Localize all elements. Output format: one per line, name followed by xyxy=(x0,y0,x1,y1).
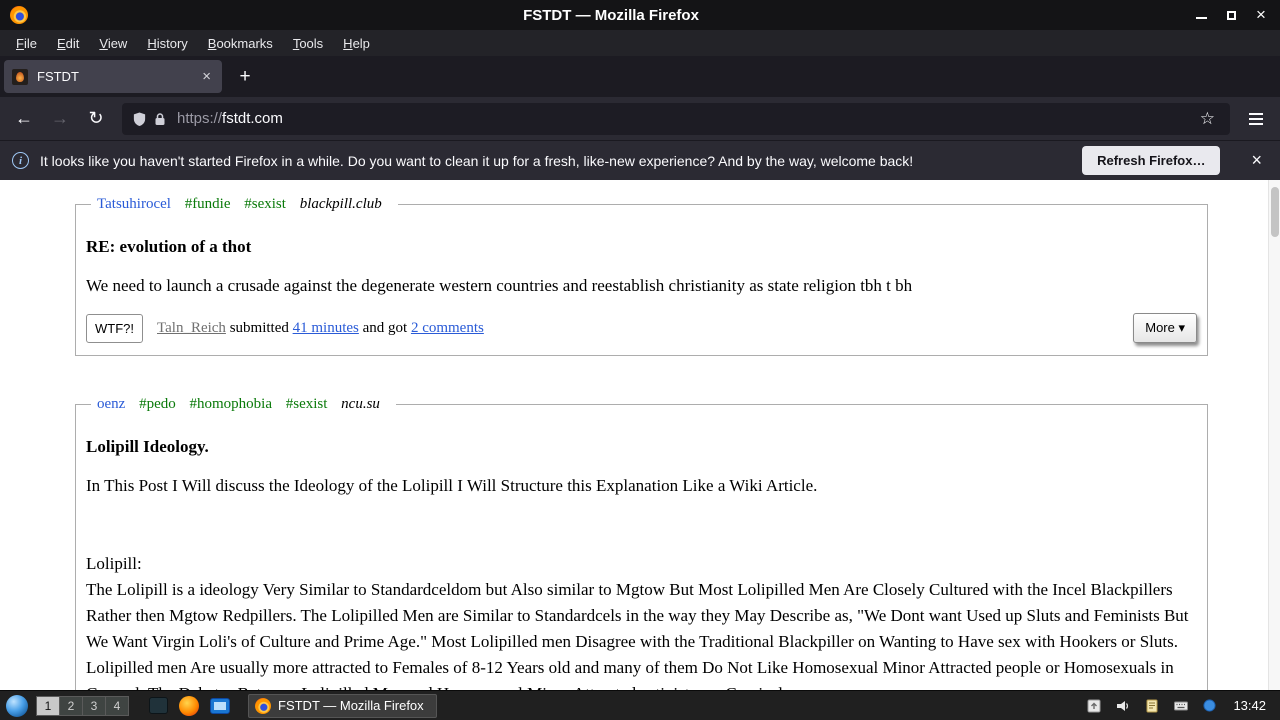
notification-message: It looks like you haven't started Firefo… xyxy=(40,152,914,169)
keyboard-layout-icon[interactable] xyxy=(1173,698,1189,714)
firefox-launcher-icon[interactable] xyxy=(179,695,199,716)
clipboard-notes-icon[interactable] xyxy=(1144,698,1160,714)
window-titlebar: FSTDT — Mozilla Firefox × xyxy=(0,0,1280,30)
post-1-title: RE: evolution of a thot xyxy=(86,237,252,256)
wtf-button[interactable]: WTF?! xyxy=(86,313,143,343)
menu-view[interactable]: View xyxy=(89,33,137,54)
url-scheme: https:// xyxy=(177,110,223,127)
notification-bar: i It looks like you haven't started Fire… xyxy=(0,140,1280,180)
new-tab-button[interactable]: + xyxy=(230,62,260,92)
workspace-2[interactable]: 2 xyxy=(59,695,83,716)
workspace-3[interactable]: 3 xyxy=(82,695,106,716)
post-2-body-line xyxy=(86,499,1197,525)
tab-title: FSTDT xyxy=(37,69,79,84)
clock[interactable]: 13:42 xyxy=(1233,698,1266,713)
post-2-legend: oenz #pedo #homophobia #sexist ncu.su xyxy=(91,396,396,413)
lock-icon[interactable] xyxy=(154,112,166,126)
menu-edit[interactable]: Edit xyxy=(47,33,89,54)
reload-button[interactable]: ↻ xyxy=(80,103,112,135)
minimize-icon xyxy=(1195,17,1207,19)
terminal-launcher-icon[interactable] xyxy=(149,697,168,714)
post-2-body-line: In This Post I Will discuss the Ideology… xyxy=(86,476,818,495)
desktop-screen: FSTDT — Mozilla Firefox × File Edit View… xyxy=(0,0,1280,720)
workspace-switcher: 1 2 3 4 xyxy=(36,695,129,716)
tracking-protection-shield-icon[interactable] xyxy=(132,111,147,127)
bookmark-star-icon[interactable]: ☆ xyxy=(1195,109,1220,129)
menu-bookmarks[interactable]: Bookmarks xyxy=(198,33,283,54)
post-2-body-line xyxy=(86,525,1197,551)
hamburger-bar xyxy=(1249,122,1263,125)
post-2-tag-homophobia[interactable]: #homophobia xyxy=(190,396,273,412)
and-got-text: and got xyxy=(362,319,408,336)
navigation-toolbar: ← → ↻ https://fstdt.com ☆ xyxy=(0,97,1280,140)
url-bar[interactable]: https://fstdt.com ☆ xyxy=(122,102,1230,135)
url-host: fstdt.com xyxy=(222,110,283,127)
restore-icon xyxy=(1226,10,1236,20)
taskbar-window-label: FSTDT — Mozilla Firefox xyxy=(278,698,424,713)
time-link[interactable]: 41 minutes xyxy=(293,320,359,336)
taskbar-window-button[interactable]: FSTDT — Mozilla Firefox xyxy=(248,693,437,718)
close-icon: × xyxy=(1256,5,1266,24)
post-2: oenz #pedo #homophobia #sexist ncu.su Lo… xyxy=(75,396,1208,690)
network-status-icon[interactable] xyxy=(1202,698,1217,713)
post-2-author-link[interactable]: oenz xyxy=(97,396,125,412)
firefox-logo-icon xyxy=(10,6,28,24)
back-button[interactable]: ← xyxy=(8,103,40,135)
close-window-button[interactable]: × xyxy=(1254,5,1268,24)
notification-close-icon[interactable]: × xyxy=(1245,150,1268,171)
post-1-tag-fundie[interactable]: #fundie xyxy=(185,196,231,212)
workspace-1[interactable]: 1 xyxy=(36,695,60,716)
post-1: Tatsuhirocel #fundie #sexist blackpill.c… xyxy=(75,196,1208,356)
scrollbar-thumb[interactable] xyxy=(1271,187,1279,237)
tray-updates-icon[interactable] xyxy=(1086,698,1102,714)
post-1-footer: WTF?! Taln_Reich submitted 41 minutes an… xyxy=(86,313,1197,343)
restore-button[interactable] xyxy=(1224,8,1238,22)
minimize-button[interactable] xyxy=(1194,8,1208,22)
url-text: https://fstdt.com xyxy=(177,110,1195,127)
menu-tools[interactable]: Tools xyxy=(283,33,333,54)
page-scrollbar[interactable] xyxy=(1268,180,1280,690)
launcher-icons xyxy=(149,695,230,716)
hamburger-bar xyxy=(1249,112,1263,115)
forward-button[interactable]: → xyxy=(44,103,76,135)
submitted-text: submitted xyxy=(229,319,289,336)
menu-bar: File Edit View History Bookmarks Tools H… xyxy=(0,30,1280,56)
page-content: Tatsuhirocel #fundie #sexist blackpill.c… xyxy=(0,180,1280,690)
post-1-author-link[interactable]: Tatsuhirocel xyxy=(97,196,171,212)
applications-menu-icon[interactable] xyxy=(6,694,28,717)
post-1-legend: Tatsuhirocel #fundie #sexist blackpill.c… xyxy=(91,196,398,213)
hamburger-bar xyxy=(1249,117,1263,120)
more-button[interactable]: More ▾ xyxy=(1133,313,1197,343)
post-2-tag-pedo[interactable]: #pedo xyxy=(139,396,176,412)
window-controls: × xyxy=(1194,5,1268,24)
submitter-link[interactable]: Taln_Reich xyxy=(157,320,226,336)
post-1-meta: Taln_Reich submitted 41 minutes and got … xyxy=(157,320,484,337)
post-2-body-line: Lolipill: xyxy=(86,554,142,573)
display-launcher-icon[interactable] xyxy=(210,697,230,714)
taskbar: 1 2 3 4 FSTDT — Mozilla Firefox 13:42 xyxy=(0,690,1280,720)
post-2-source: ncu.su xyxy=(341,396,380,412)
app-menu-hamburger-icon[interactable] xyxy=(1240,103,1272,135)
menu-file[interactable]: File xyxy=(6,33,47,54)
firefox-logo-icon xyxy=(255,697,271,714)
tab-fstdt[interactable]: FSTDT × xyxy=(4,60,222,93)
refresh-firefox-button[interactable]: Refresh Firefox… xyxy=(1082,146,1221,175)
tab-bar: FSTDT × + xyxy=(0,56,1280,97)
menu-help[interactable]: Help xyxy=(333,33,380,54)
workspace-4[interactable]: 4 xyxy=(105,695,129,716)
post-1-tag-sexist[interactable]: #sexist xyxy=(244,196,286,212)
post-2-tag-sexist[interactable]: #sexist xyxy=(286,396,328,412)
info-icon: i xyxy=(12,152,29,169)
tab-close-icon[interactable]: × xyxy=(199,68,214,85)
menu-history[interactable]: History xyxy=(137,33,197,54)
post-1-source: blackpill.club xyxy=(299,196,382,212)
window-title: FSTDT — Mozilla Firefox xyxy=(523,6,699,24)
volume-icon[interactable] xyxy=(1115,698,1131,714)
system-tray: 13:42 xyxy=(1086,698,1274,714)
post-2-title: Lolipill Ideology. xyxy=(86,437,209,456)
comments-link[interactable]: 2 comments xyxy=(411,320,484,336)
fstdt-favicon-icon xyxy=(12,68,28,85)
post-2-body-line: The Lolipill is a ideology Very Similar … xyxy=(86,580,1189,690)
post-1-body: We need to launch a crusade against the … xyxy=(86,276,913,295)
